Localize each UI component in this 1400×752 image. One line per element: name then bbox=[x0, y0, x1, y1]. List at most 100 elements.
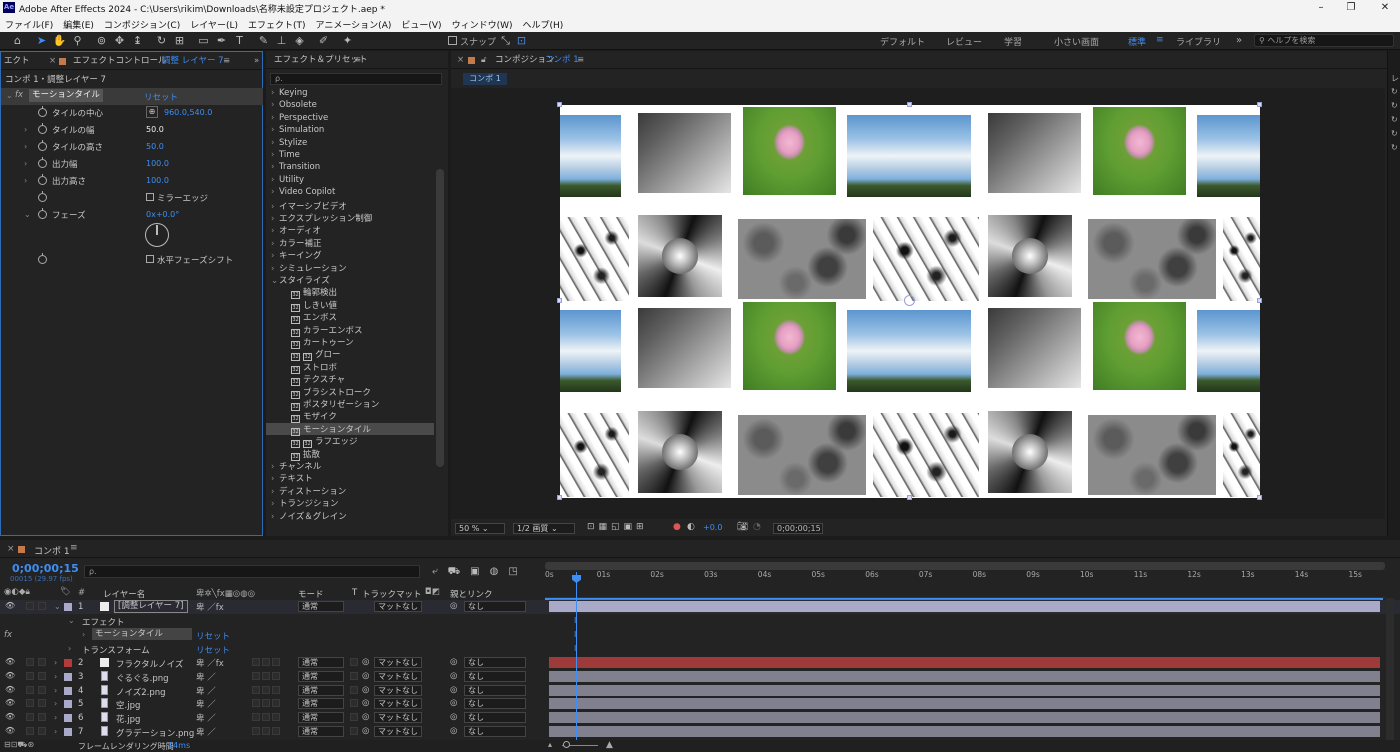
transform-handle[interactable] bbox=[1257, 102, 1262, 107]
matte-pickwhip-icon[interactable]: ◎ bbox=[362, 685, 369, 695]
expand-icon[interactable]: › bbox=[271, 474, 279, 484]
layer-duration-bar[interactable] bbox=[549, 684, 1380, 696]
layer-row[interactable]: 👁︎ › 2 フラクタルノイズ 卑 ／fx 通常 ◎ マットなし ◎ なし bbox=[0, 656, 1400, 670]
pen-tool-icon[interactable]: ✒ bbox=[214, 34, 229, 48]
panel-menu-icon[interactable]: ≡ bbox=[354, 51, 361, 69]
viewer-timecode[interactable]: 0;00;00;15 bbox=[773, 523, 823, 534]
switch-box[interactable] bbox=[252, 658, 260, 666]
menu-effect[interactable]: エフェクト(T) bbox=[243, 16, 311, 31]
effect-category[interactable]: › Simulation bbox=[271, 125, 324, 137]
snap-option-icon[interactable]: ⤡ bbox=[498, 34, 513, 48]
expand-icon[interactable]: › bbox=[24, 159, 27, 168]
parent-dropdown[interactable]: なし bbox=[464, 601, 526, 612]
matte-dropdown[interactable]: マットなし bbox=[374, 601, 422, 612]
expand-icon[interactable]: › bbox=[54, 672, 57, 681]
transform-handle[interactable] bbox=[557, 298, 562, 303]
expand-icon[interactable]: › bbox=[271, 187, 279, 197]
parent-dropdown[interactable]: なし bbox=[464, 712, 526, 724]
effect-category[interactable]: ⌄スタイライズ bbox=[271, 274, 330, 286]
switch-box[interactable] bbox=[252, 671, 260, 680]
layer-switches[interactable]: 卑 ／ bbox=[196, 685, 216, 697]
pickwhip-icon[interactable]: ◎ bbox=[450, 712, 457, 722]
layer-switches[interactable]: 卑 ／ bbox=[196, 698, 216, 710]
preserve-transparency-box[interactable] bbox=[350, 713, 358, 722]
switch-box[interactable] bbox=[252, 727, 260, 735]
layer-label-color[interactable] bbox=[64, 686, 72, 695]
effect-item[interactable]: 32 モザイク bbox=[266, 410, 434, 424]
hand-tool-icon[interactable]: ✋ bbox=[52, 34, 67, 48]
visibility-eye-icon[interactable]: 👁︎ bbox=[5, 685, 15, 694]
lock-toggle[interactable] bbox=[38, 699, 46, 708]
matte-dropdown[interactable]: マットなし bbox=[374, 698, 422, 710]
expand-icon[interactable]: › bbox=[271, 113, 279, 123]
dolly-tool-icon[interactable]: ↨ bbox=[130, 34, 145, 48]
layer-row[interactable]: 👁︎ › 4 ノイズ2.png 卑 ／ 通常 ◎ マットなし ◎ なし bbox=[0, 684, 1400, 698]
brush-tool-icon[interactable]: ✎ bbox=[256, 34, 271, 48]
pickwhip-icon[interactable]: ◎ bbox=[450, 671, 457, 681]
effect-item[interactable]: 32 ブラシストローク bbox=[266, 386, 434, 399]
minimize-icon[interactable]: – bbox=[1306, 0, 1336, 16]
fx-icon[interactable]: fx bbox=[15, 90, 23, 100]
side-icon-2[interactable]: ↻ bbox=[1391, 101, 1398, 110]
matte-dropdown[interactable]: マットなし bbox=[374, 684, 422, 696]
anchor-tool-icon[interactable]: ⊞ bbox=[172, 34, 187, 48]
zoom-in-icon[interactable]: ▲ bbox=[606, 740, 613, 750]
anchor-point-icon[interactable] bbox=[904, 295, 915, 306]
audio-toggle[interactable] bbox=[26, 713, 34, 722]
effect-item[interactable]: 32 32 ラフエッジ bbox=[266, 435, 434, 449]
tab-effect-controls[interactable]: エフェクトコントロール bbox=[73, 52, 167, 70]
switch-box[interactable] bbox=[262, 658, 270, 666]
layer-duration-bar[interactable] bbox=[549, 601, 1380, 612]
switch-box[interactable] bbox=[272, 671, 280, 680]
effect-category[interactable]: › イマーシブビデオ bbox=[271, 200, 347, 212]
mode-header[interactable]: モード bbox=[298, 588, 324, 600]
matte-pickwhip-icon[interactable]: ◎ bbox=[362, 698, 369, 708]
layer-label-color[interactable] bbox=[64, 728, 72, 736]
expand-icon[interactable]: › bbox=[271, 162, 279, 172]
exposure-icon[interactable]: ◐ bbox=[687, 522, 695, 532]
comp-tab-name[interactable]: コンポ 1 bbox=[545, 51, 579, 69]
switch-box[interactable] bbox=[262, 727, 270, 735]
effect-item[interactable]: 32 ポスタリゼーション bbox=[266, 398, 434, 411]
effect-item[interactable]: 32 エンボス bbox=[266, 311, 434, 325]
timeline-tab[interactable]: コンポ 1 bbox=[34, 544, 70, 557]
pickwhip-icon[interactable]: ◎ bbox=[450, 657, 457, 667]
switch-box[interactable] bbox=[262, 685, 270, 694]
expand-icon[interactable]: › bbox=[271, 100, 279, 110]
matte-pickwhip-icon[interactable]: ◎ bbox=[362, 657, 369, 667]
rotate-tool-icon[interactable]: ↻ bbox=[154, 34, 169, 48]
preserve-transparency-box[interactable] bbox=[350, 671, 358, 680]
switch-box[interactable] bbox=[252, 713, 260, 722]
lock-icon[interactable]: 🔓︎ bbox=[481, 51, 487, 69]
effect-reset-link[interactable]: リセット bbox=[196, 630, 230, 642]
menu-composition[interactable]: コンポジション(C) bbox=[99, 16, 185, 31]
switch-box[interactable] bbox=[272, 713, 280, 722]
effect-item[interactable]: 32 テクスチャ bbox=[266, 373, 434, 387]
expand-icon[interactable]: › bbox=[271, 175, 279, 185]
menu-file[interactable]: ファイル(F) bbox=[0, 16, 58, 31]
expand-icon[interactable]: › bbox=[271, 226, 279, 236]
current-time[interactable]: 0;00;00;15 bbox=[12, 562, 79, 575]
expand-icon[interactable]: › bbox=[54, 658, 57, 667]
preserve-transparency-box[interactable] bbox=[350, 658, 358, 666]
transform-reset-link[interactable]: リセット bbox=[196, 644, 230, 656]
snapshot-icon[interactable]: 📷︎ bbox=[737, 522, 748, 532]
layer-row[interactable]: 👁︎ › 6 花.jpg 卑 ／ 通常 ◎ マットなし ◎ なし bbox=[0, 711, 1400, 725]
expand-icon[interactable]: › bbox=[271, 487, 279, 497]
collapse-icon[interactable]: ⌄ bbox=[271, 276, 279, 286]
matte-dropdown[interactable]: マットなし bbox=[374, 670, 422, 682]
effect-item-label[interactable]: モーションタイル bbox=[92, 628, 192, 640]
clone-stamp-tool-icon[interactable]: ⊥ bbox=[274, 34, 289, 48]
matte-dropdown[interactable]: マットなし bbox=[374, 657, 422, 668]
effect-category[interactable]: › シミュレーション bbox=[271, 262, 347, 274]
exposure-value[interactable]: +0.0 bbox=[703, 523, 722, 532]
more-workspaces-icon[interactable]: » bbox=[1236, 35, 1242, 46]
effect-category[interactable]: › ディストーション bbox=[271, 485, 346, 497]
prop-value[interactable]: 50.0 bbox=[146, 142, 164, 151]
switch-box[interactable] bbox=[252, 685, 260, 694]
zoom-tool-icon[interactable]: ⚲ bbox=[70, 34, 85, 48]
effect-item[interactable]: 32 モーションタイル bbox=[266, 422, 434, 436]
menu-view[interactable]: ビュー(V) bbox=[396, 16, 446, 31]
effect-item[interactable]: 32 カラーエンボス bbox=[266, 324, 434, 337]
expand-panels-icon[interactable]: » bbox=[254, 52, 259, 70]
